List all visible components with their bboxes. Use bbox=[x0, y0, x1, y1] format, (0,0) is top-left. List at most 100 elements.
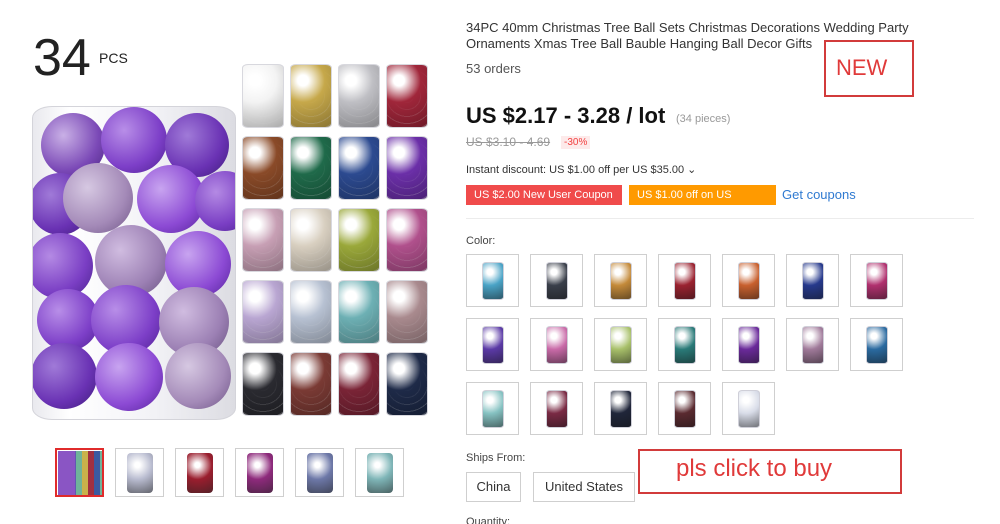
color-swatch-8[interactable] bbox=[466, 318, 519, 371]
color-variant-image bbox=[242, 136, 284, 200]
swatch-image bbox=[801, 325, 824, 364]
color-swatch-18[interactable] bbox=[658, 382, 711, 435]
thumbnail-1[interactable] bbox=[55, 448, 104, 497]
swatch-image bbox=[481, 389, 504, 428]
ornament-ball bbox=[195, 171, 235, 231]
ships-from-label: Ships From: bbox=[466, 452, 526, 464]
original-price: US $3.10 - 4.69 bbox=[466, 135, 551, 149]
buy-annotation-label: pls click to buy bbox=[676, 455, 833, 482]
color-variant-image bbox=[386, 136, 428, 200]
swatch-image bbox=[609, 261, 632, 300]
color-label: Color: bbox=[466, 235, 496, 247]
color-variant-image bbox=[290, 208, 332, 272]
color-variant-image bbox=[386, 352, 428, 416]
thumbnail-image bbox=[186, 452, 213, 493]
ornament-tube-image bbox=[32, 106, 236, 420]
ship-option-united-states[interactable]: United States bbox=[533, 472, 635, 502]
swatch-image bbox=[801, 261, 824, 300]
color-variant-image bbox=[338, 136, 380, 200]
color-swatch-14[interactable] bbox=[850, 318, 903, 371]
price: US $2.17 - 3.28 / lot bbox=[466, 103, 666, 128]
pieces-unit: PCS bbox=[99, 50, 128, 66]
color-swatch-15[interactable] bbox=[466, 382, 519, 435]
color-swatch-13[interactable] bbox=[786, 318, 839, 371]
swatch-image bbox=[609, 389, 632, 428]
color-swatch-12[interactable] bbox=[722, 318, 775, 371]
swatch-image bbox=[673, 325, 696, 364]
swatch-image bbox=[545, 389, 568, 428]
color-variant-image bbox=[338, 352, 380, 416]
thumbnail-image bbox=[57, 450, 102, 495]
ornament-ball bbox=[95, 343, 163, 411]
price-unit: (34 pieces) bbox=[676, 113, 731, 125]
thumbnail-image bbox=[246, 452, 273, 493]
thumbnail-image bbox=[306, 452, 333, 493]
orders-count: 53 orders bbox=[466, 61, 521, 76]
color-variant-image bbox=[242, 64, 284, 128]
swatch-image bbox=[481, 325, 504, 364]
swatch-image bbox=[545, 261, 568, 300]
color-variant-image bbox=[338, 208, 380, 272]
thumbnail-4[interactable] bbox=[235, 448, 284, 497]
store-coupon[interactable]: US $1.00 off on US $16.00 bbox=[629, 185, 776, 221]
ship-option-china[interactable]: China bbox=[466, 472, 521, 502]
ornament-ball bbox=[165, 343, 231, 409]
color-variant-image bbox=[386, 280, 428, 344]
color-variant-image bbox=[386, 64, 428, 128]
swatch-image bbox=[737, 325, 760, 364]
quantity-label: Quantity: bbox=[466, 516, 511, 524]
divider bbox=[466, 218, 974, 219]
color-variant-image bbox=[242, 352, 284, 416]
swatch-image bbox=[737, 261, 760, 300]
color-variant-image bbox=[242, 208, 284, 272]
color-swatch-1[interactable] bbox=[466, 254, 519, 307]
color-variant-image bbox=[290, 64, 332, 128]
color-swatch-11[interactable] bbox=[658, 318, 711, 371]
color-swatch-6[interactable] bbox=[786, 254, 839, 307]
color-swatch-5[interactable] bbox=[722, 254, 775, 307]
swatch-image bbox=[673, 389, 696, 428]
swatch-image bbox=[545, 325, 568, 364]
color-variant-image bbox=[338, 64, 380, 128]
color-swatch-10[interactable] bbox=[594, 318, 647, 371]
color-variant-image bbox=[242, 280, 284, 344]
color-swatch-19[interactable] bbox=[722, 382, 775, 435]
color-swatch-2[interactable] bbox=[530, 254, 583, 307]
ornament-ball bbox=[33, 343, 97, 409]
thumbnail-5[interactable] bbox=[295, 448, 344, 497]
color-swatch-9[interactable] bbox=[530, 318, 583, 371]
color-variant-image bbox=[290, 280, 332, 344]
color-swatch-17[interactable] bbox=[594, 382, 647, 435]
thumbnail-3[interactable] bbox=[175, 448, 224, 497]
color-swatch-7[interactable] bbox=[850, 254, 903, 307]
color-variant-image bbox=[386, 208, 428, 272]
swatch-image bbox=[481, 261, 504, 300]
pieces-count: 34 bbox=[33, 29, 91, 87]
thumbnail-image bbox=[126, 452, 153, 493]
new-user-coupon[interactable]: US $2.00 New User Coupon bbox=[466, 185, 622, 205]
color-variant-image bbox=[338, 280, 380, 344]
color-swatches bbox=[466, 254, 916, 435]
color-swatch-3[interactable] bbox=[594, 254, 647, 307]
swatch-image bbox=[673, 261, 696, 300]
ornament-ball bbox=[63, 163, 133, 233]
new-annotation-label: NEW bbox=[836, 55, 888, 80]
swatch-image bbox=[737, 389, 760, 428]
swatch-image bbox=[865, 325, 888, 364]
instant-discount[interactable]: Instant discount: US $1.00 off per US $3… bbox=[466, 163, 696, 176]
color-variant-image bbox=[290, 352, 332, 416]
color-swatch-16[interactable] bbox=[530, 382, 583, 435]
thumbnail-image bbox=[366, 452, 393, 493]
ornament-ball bbox=[101, 107, 167, 173]
ornament-ball bbox=[37, 289, 99, 351]
get-coupons-link[interactable]: Get coupons bbox=[782, 187, 856, 202]
color-swatch-4[interactable] bbox=[658, 254, 711, 307]
thumbnail-2[interactable] bbox=[115, 448, 164, 497]
swatch-image bbox=[609, 325, 632, 364]
discount-badge: -30% bbox=[561, 136, 591, 149]
thumbnail-6[interactable] bbox=[355, 448, 404, 497]
product-main-image[interactable]: 34 PCS bbox=[25, 30, 430, 430]
swatch-image bbox=[865, 261, 888, 300]
thumbnail-strip bbox=[55, 448, 404, 497]
color-variant-image bbox=[290, 136, 332, 200]
